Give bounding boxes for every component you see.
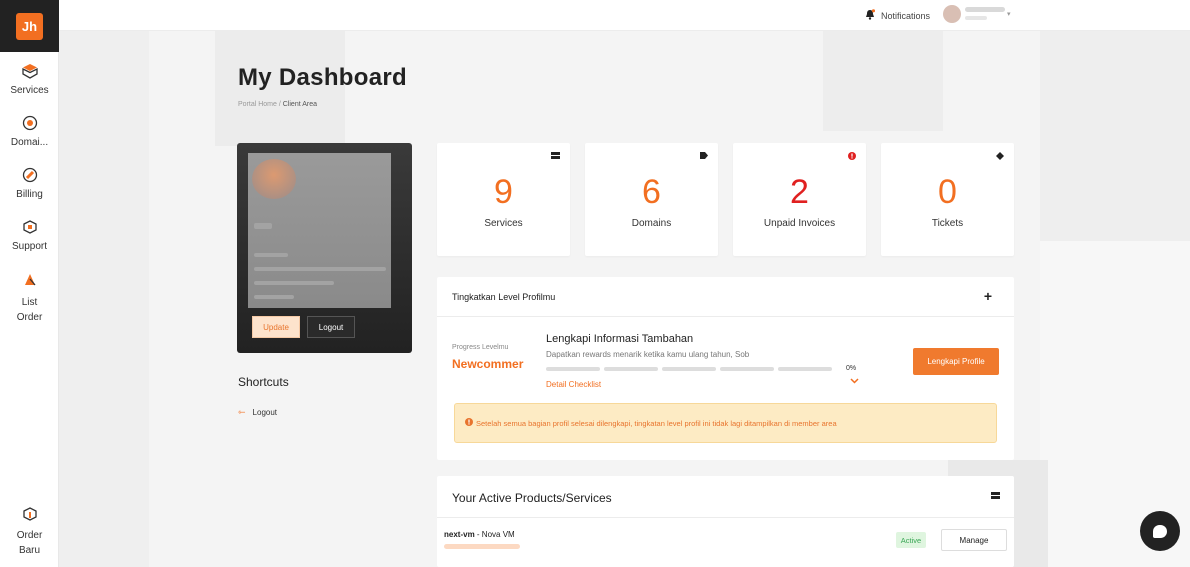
alert-text: Setelah semua bagian profil selesai dile… (476, 418, 837, 428)
sidebar-item-label: Services (10, 85, 49, 96)
breadcrumb: Portal Home / Client Area (238, 101, 317, 108)
sidebar-item-list-order[interactable]: List Order (0, 271, 59, 325)
sidebar-item-billing[interactable]: Billing (0, 166, 59, 202)
sidebar-item-label: Order (16, 312, 43, 323)
chat-bubble-icon (1153, 524, 1167, 538)
progress-level: Newcommer (452, 357, 524, 371)
box-icon (21, 62, 39, 80)
manage-button[interactable]: Manage (941, 529, 1007, 551)
sidebar-item-order-baru[interactable]: Order Baru (0, 505, 59, 558)
progress-percent: 0% (846, 365, 857, 372)
sidebar-item-label: Domai... (10, 137, 49, 148)
active-products-panel: Your Active Products/Services next-vm - … (437, 476, 1014, 567)
chat-button[interactable] (1140, 511, 1180, 551)
detail-checklist-link[interactable]: Detail Checklist (546, 380, 601, 389)
support-icon (21, 218, 39, 236)
brand-logo[interactable]: Jh (16, 12, 43, 40)
sidebar-item-services[interactable]: Services (0, 62, 59, 98)
breadcrumb-separator: / (278, 101, 281, 108)
chevron-down-icon[interactable]: ▾ (1007, 10, 1011, 18)
stat-card-services[interactable]: 9 Services (437, 143, 570, 256)
sidebar-item-domains[interactable]: Domai... (0, 114, 59, 150)
progress-segment (778, 367, 832, 371)
product-domain-redacted (444, 544, 520, 549)
product-name[interactable]: next-vm - Nova VM (444, 530, 515, 539)
profile-info-redacted (248, 153, 391, 308)
avatar[interactable] (943, 5, 961, 23)
complete-profile-button[interactable]: Lengkapi Profile (913, 348, 999, 375)
product-type: Nova VM (481, 530, 515, 539)
products-panel-header: Your Active Products/Services (437, 476, 1014, 518)
stat-value: 9 (494, 173, 513, 211)
order-list-icon (21, 271, 39, 289)
info-circle-icon (465, 418, 473, 428)
stat-label: Tickets (931, 218, 964, 229)
new-order-icon (21, 505, 39, 523)
sidebar-item-label: Order (16, 530, 43, 541)
shortcut-logout-link[interactable]: ⇽ Logout (238, 407, 277, 418)
profile-card: Update Logout (237, 143, 412, 353)
progress-segment (546, 367, 600, 371)
level-panel-title: Tingkatkan Level Profilmu (452, 292, 556, 302)
stat-label: Unpaid Invoices (763, 218, 836, 229)
status-badge: Active (896, 532, 926, 548)
user-name-redacted[interactable] (965, 7, 1005, 12)
sidebar-item-label: Billing (16, 189, 43, 200)
stat-value: 2 (790, 173, 809, 211)
arrow-left-icon: ⇽ (238, 407, 246, 417)
progress-label: Progress Levelmu (452, 344, 509, 351)
stat-value: 0 (938, 173, 957, 211)
notifications-button[interactable]: Notifications (865, 9, 930, 22)
profile-avatar (252, 159, 296, 199)
stat-label: Services (484, 218, 523, 229)
alert-icon (848, 152, 856, 162)
sidebar: Jh Services Domai... Billing Support Lis… (0, 0, 59, 567)
server-icon (991, 492, 1000, 501)
sidebar-item-label: List (21, 297, 38, 308)
shortcuts-title: Shortcuts (238, 375, 289, 389)
user-role-redacted (965, 16, 987, 20)
progress-segment (604, 367, 658, 371)
notifications-label: Notifications (881, 10, 931, 21)
stat-card-tickets[interactable]: 0 Tickets (881, 143, 1014, 256)
breadcrumb-home[interactable]: Portal Home (238, 101, 277, 108)
stat-card-unpaid-invoices[interactable]: 2 Unpaid Invoices (733, 143, 866, 256)
stat-label: Domains (631, 218, 672, 229)
shortcut-logout-label: Logout (252, 408, 278, 417)
sidebar-item-label: Baru (18, 545, 41, 556)
topbar: Notifications ▾ (59, 0, 1190, 31)
update-button[interactable]: Update (252, 316, 300, 338)
product-hostname: next-vm (444, 530, 475, 539)
logout-button[interactable]: Logout (307, 316, 355, 338)
breadcrumb-current: Client Area (282, 101, 318, 108)
sidebar-item-label: Support (11, 241, 48, 252)
stat-value: 6 (642, 173, 661, 211)
globe-icon (21, 114, 39, 132)
billing-icon (21, 166, 39, 184)
logo-container[interactable]: Jh (0, 0, 59, 52)
info-title: Lengkapi Informasi Tambahan (546, 333, 694, 345)
chevron-down-icon[interactable] (850, 376, 859, 386)
sidebar-item-support[interactable]: Support (0, 218, 59, 254)
info-alert: Setelah semua bagian profil selesai dile… (454, 403, 997, 443)
stat-card-domains[interactable]: 6 Domains (585, 143, 718, 256)
progress-segment (662, 367, 716, 371)
server-icon (551, 152, 560, 161)
products-panel-title: Your Active Products/Services (452, 491, 612, 505)
progress-segment (720, 367, 774, 371)
level-panel: Tingkatkan Level Profilmu + Progress Lev… (437, 277, 1014, 460)
bell-icon (865, 9, 876, 22)
ticket-icon (996, 152, 1004, 162)
expand-plus-button[interactable]: + (984, 288, 992, 304)
page-title: My Dashboard (238, 64, 407, 91)
level-panel-header: Tingkatkan Level Profilmu + (437, 277, 1014, 317)
tag-icon (700, 152, 708, 161)
info-subtitle: Dapatkan rewards menarik ketika kamu ula… (546, 350, 750, 359)
